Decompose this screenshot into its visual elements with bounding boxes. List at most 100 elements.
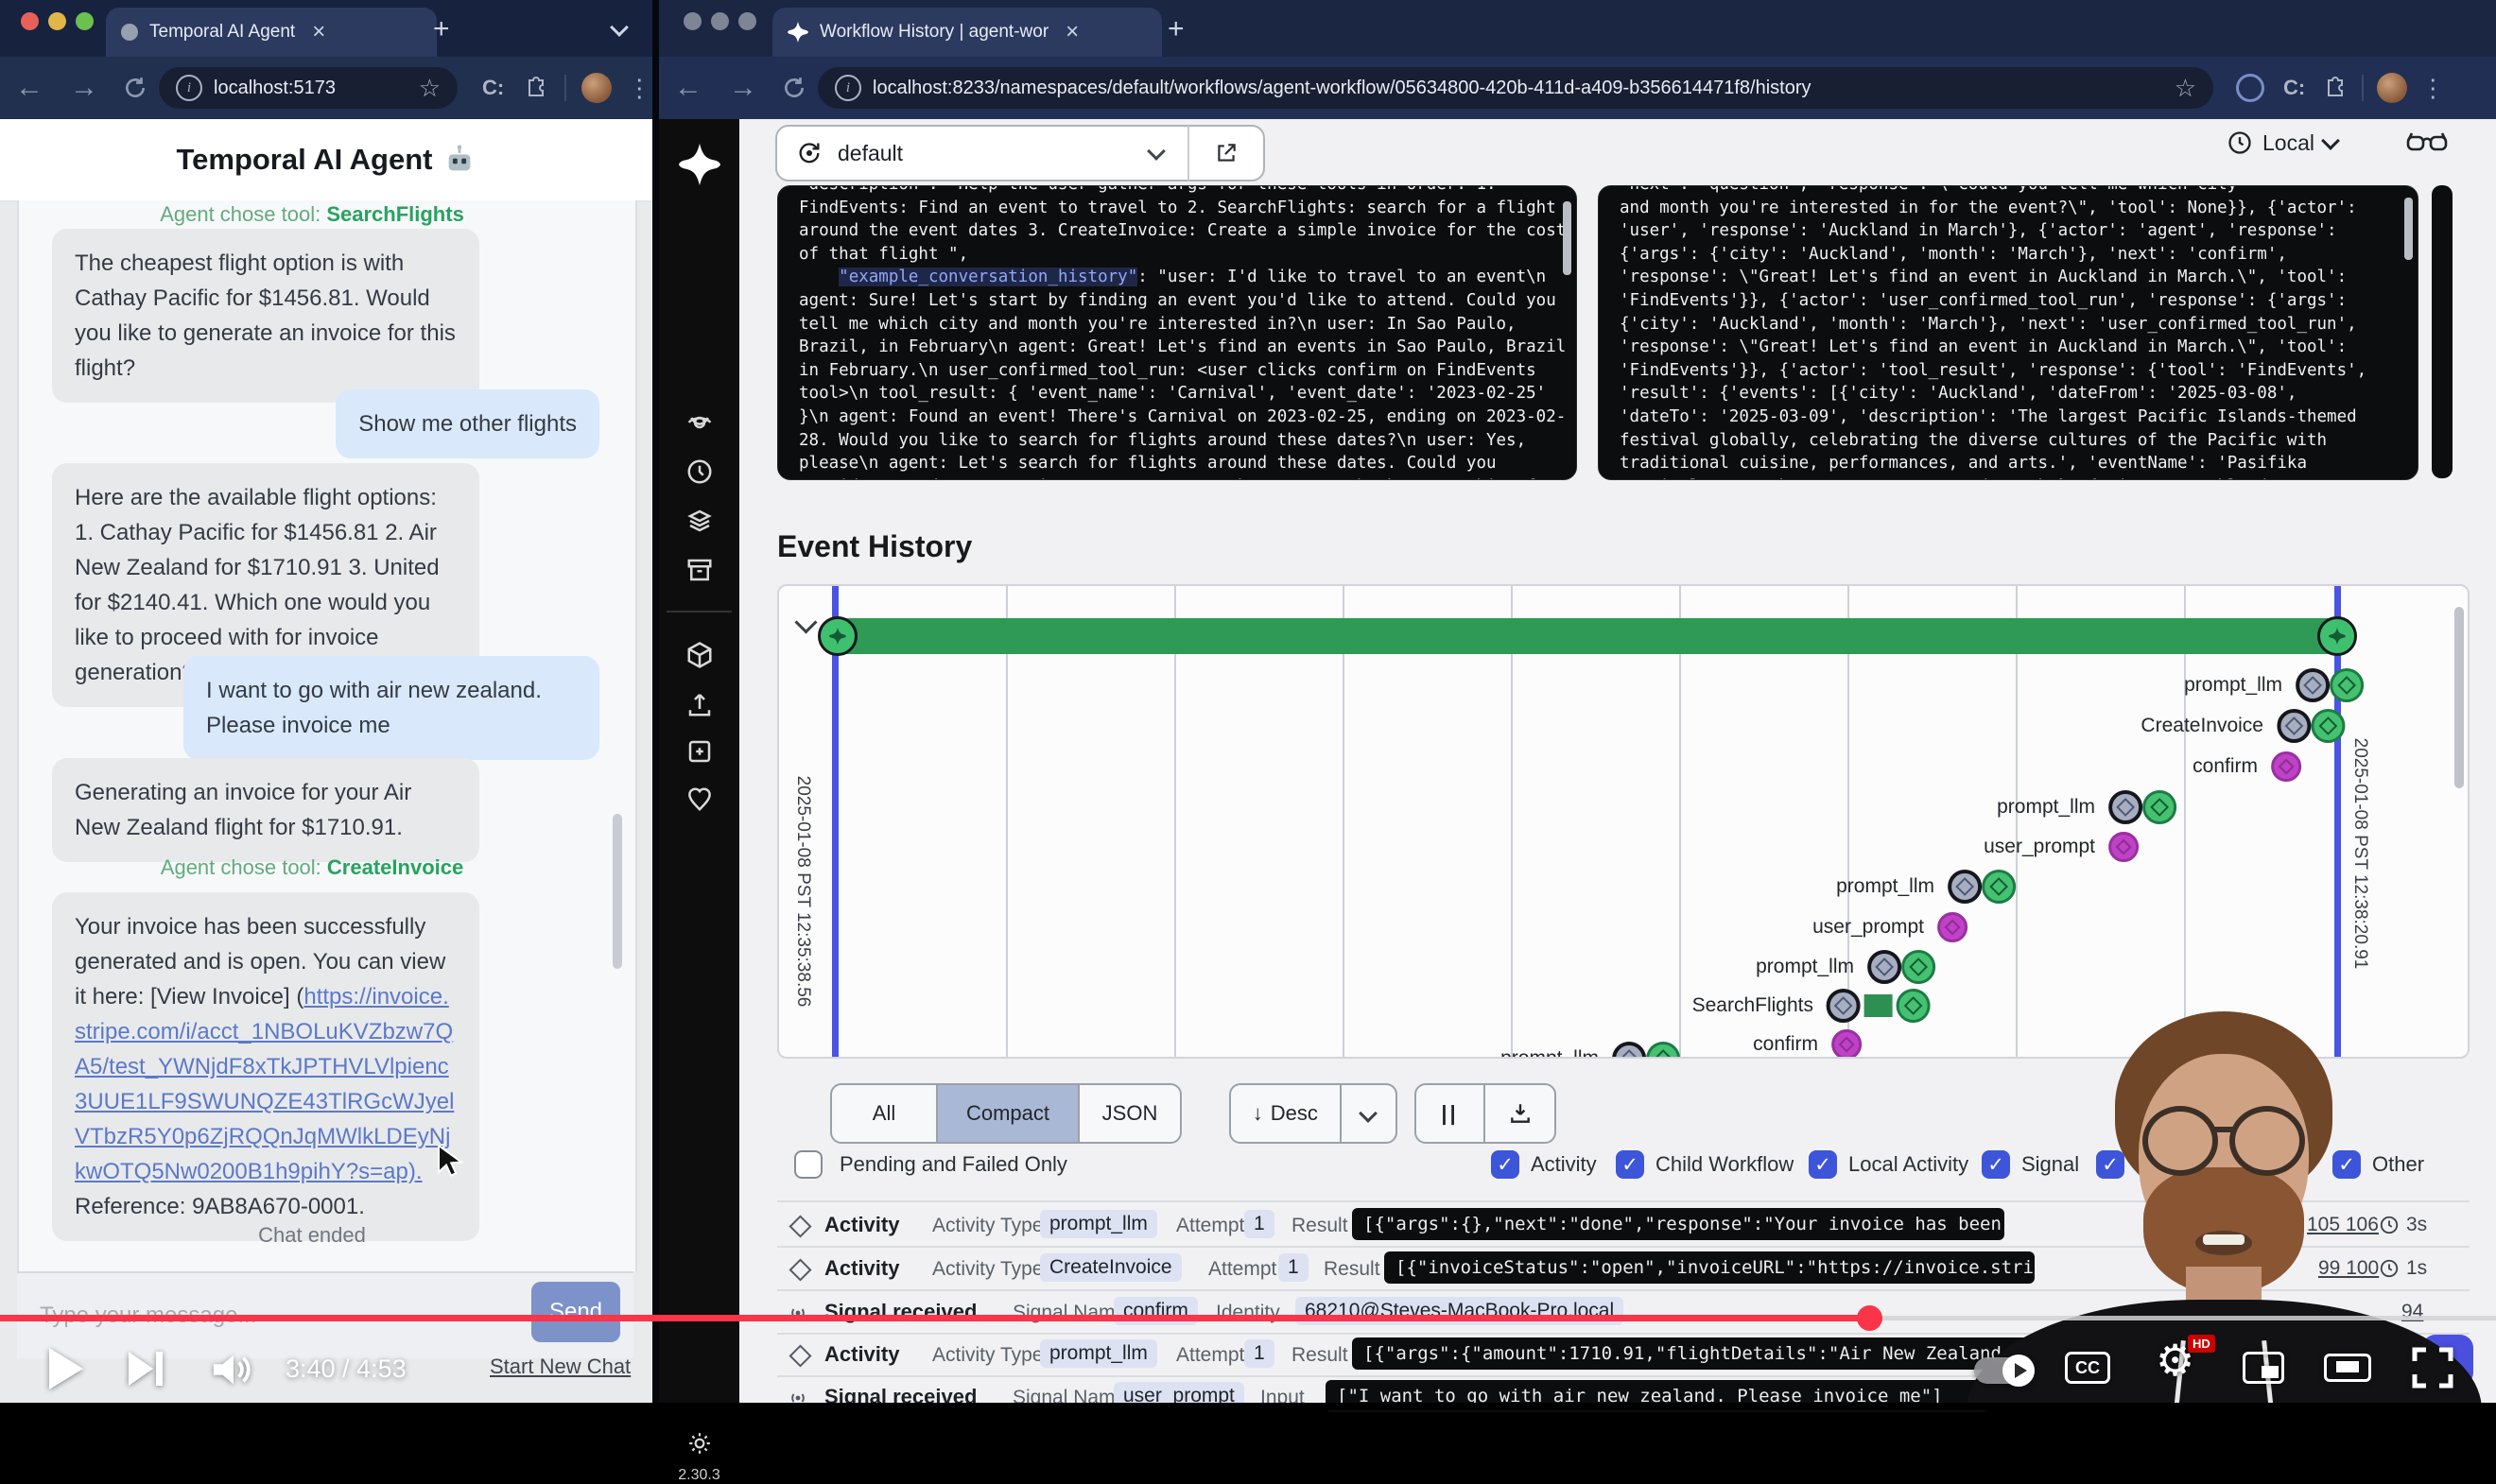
traffic-zoom[interactable]: [738, 12, 756, 30]
menu-kebab-icon[interactable]: ⋮: [627, 74, 651, 103]
timeline-event[interactable]: user_prompt: [1984, 832, 2139, 862]
sort-desc-button[interactable]: ↓Desc: [1231, 1085, 1342, 1142]
download-icon[interactable]: [1485, 1085, 1554, 1142]
traffic-minimize[interactable]: [711, 12, 729, 30]
filter-activity[interactable]: ✓Activity: [1491, 1150, 1597, 1179]
tab-search-icon[interactable]: [613, 21, 626, 39]
subtitles-button[interactable]: CC: [2065, 1352, 2110, 1384]
timezone-value: Local: [2262, 130, 2314, 156]
cube-icon[interactable]: [659, 641, 739, 669]
code-text: and month you're interested in for the e…: [1620, 198, 2366, 480]
traffic-close[interactable]: [21, 12, 39, 30]
checkbox-checked-icon[interactable]: ✓: [1491, 1150, 1519, 1179]
workflows-icon[interactable]: [659, 408, 739, 437]
divider: [564, 75, 566, 101]
archive-icon[interactable]: [659, 556, 739, 584]
traffic-close[interactable]: [684, 12, 702, 30]
miniplayer-button[interactable]: [2243, 1352, 2284, 1384]
filter-child-workflow[interactable]: ✓Child Workflow: [1616, 1150, 1794, 1179]
schedules-icon[interactable]: [659, 457, 739, 486]
play-button[interactable]: [49, 1348, 83, 1389]
import-icon[interactable]: [659, 737, 739, 766]
timeline-event[interactable]: prompt_llm: [1500, 1042, 1680, 1059]
view-compact-button[interactable]: Compact: [938, 1085, 1080, 1142]
workflow-start-marker[interactable]: [818, 616, 858, 656]
collapse-chevron-icon[interactable]: [798, 614, 814, 635]
reload-icon[interactable]: [782, 76, 806, 100]
bookmark-star-icon[interactable]: ☆: [419, 74, 441, 103]
workflow-state-panel[interactable]: 'next': 'question', 'response': \"Could …: [1598, 185, 2418, 480]
browser-tab[interactable]: Workflow History | agent-wor ×: [772, 8, 1162, 57]
video-playhead[interactable]: [1857, 1305, 1882, 1331]
browser-tab[interactable]: Temporal AI Agent ×: [106, 8, 437, 57]
workflow-execution-bar[interactable]: [834, 618, 2339, 654]
reload-icon[interactable]: [123, 76, 147, 100]
namespace-picker[interactable]: default: [775, 125, 1265, 181]
browser-window-chat: Temporal AI Agent × + ← → i localhost:51…: [0, 0, 652, 1410]
tab-close-icon[interactable]: ×: [1066, 19, 1079, 45]
checkbox-checked-icon[interactable]: ✓: [1616, 1150, 1644, 1179]
new-tab-button[interactable]: +: [1168, 13, 1185, 45]
extension-c-icon[interactable]: C:: [482, 76, 504, 100]
timeline-event[interactable]: prompt_llm: [1997, 790, 2176, 824]
workflow-input-panel[interactable]: "description": "Help the user gather arg…: [777, 185, 1577, 480]
timeline-event[interactable]: prompt_llm: [1756, 950, 1935, 984]
timeline-start-line: [832, 586, 839, 1059]
filter-local-activity[interactable]: ✓Local Activity: [1809, 1150, 1968, 1179]
timeline-event[interactable]: prompt_llm: [2184, 668, 2364, 702]
extensions-puzzle-icon[interactable]: [2324, 77, 2347, 99]
autoplay-toggle[interactable]: [1974, 1357, 2035, 1384]
new-tab-button[interactable]: +: [433, 13, 450, 45]
panel-scrollbar[interactable]: [2404, 198, 2413, 260]
panel-scrollbar[interactable]: [1563, 201, 1571, 275]
timeline-event[interactable]: user_prompt: [1812, 912, 1967, 942]
favicon-globe-icon: [121, 24, 138, 41]
traffic-zoom[interactable]: [76, 12, 94, 30]
back-icon[interactable]: ←: [15, 72, 43, 104]
fullscreen-button[interactable]: [2411, 1346, 2454, 1389]
stack-icon[interactable]: [659, 507, 739, 535]
timeline-scrollbar[interactable]: [2454, 607, 2464, 788]
upload-icon[interactable]: [659, 690, 739, 718]
feedback-heart-icon[interactable]: [659, 785, 739, 813]
extension-c-icon[interactable]: C:: [2283, 76, 2305, 100]
checkbox-checked-icon[interactable]: ✓: [1809, 1150, 1837, 1179]
menu-kebab-icon[interactable]: ⋮: [2420, 74, 2445, 103]
bookmark-star-icon[interactable]: ☆: [2175, 74, 2196, 103]
address-bar[interactable]: i localhost:8233/namespaces/default/work…: [818, 67, 2213, 109]
timeline-event[interactable]: SearchFlights: [1692, 989, 1931, 1023]
next-button[interactable]: [129, 1352, 163, 1386]
forward-icon[interactable]: →: [729, 72, 757, 104]
chat-scrollbar[interactable]: [613, 814, 622, 969]
forward-icon[interactable]: →: [70, 72, 98, 104]
site-info-icon[interactable]: i: [176, 75, 202, 101]
theme-toggle-icon[interactable]: [659, 1431, 739, 1456]
volume-icon[interactable]: [210, 1350, 253, 1389]
site-info-icon[interactable]: i: [835, 75, 861, 101]
timeline-event[interactable]: confirm: [1753, 1029, 1862, 1059]
sort-menu-button[interactable]: [1342, 1085, 1395, 1142]
open-in-new-icon[interactable]: [1214, 141, 1239, 165]
extension-1password-icon[interactable]: [2236, 74, 2264, 102]
traffic-minimize[interactable]: [48, 12, 66, 30]
invoice-link[interactable]: https://invoice.stripe.com/i/acct_1NBOLu…: [75, 984, 454, 1184]
view-json-button[interactable]: JSON: [1080, 1085, 1180, 1142]
profile-avatar[interactable]: [581, 73, 612, 103]
temporal-logo-icon[interactable]: [679, 144, 720, 185]
back-icon[interactable]: ←: [674, 72, 702, 104]
pause-button[interactable]: ||: [1416, 1085, 1485, 1142]
labs-glasses-icon[interactable]: [2406, 129, 2448, 157]
pending-checkbox[interactable]: [794, 1150, 823, 1179]
workflow-end-marker[interactable]: [2317, 616, 2357, 656]
profile-avatar[interactable]: [2377, 73, 2407, 103]
timeline-event[interactable]: prompt_llm: [1836, 870, 2016, 904]
extensions-puzzle-icon[interactable]: [525, 77, 547, 99]
tab-close-icon[interactable]: ×: [312, 19, 325, 45]
timeline-event[interactable]: CreateInvoice: [2141, 709, 2345, 743]
timezone-picker[interactable]: Local: [2227, 127, 2337, 159]
pending-filter[interactable]: Pending and Failed Only: [794, 1150, 1067, 1179]
address-bar[interactable]: i localhost:5173 ☆: [159, 67, 458, 109]
theater-mode-button[interactable]: [2324, 1354, 2371, 1382]
view-all-button[interactable]: All: [832, 1085, 938, 1142]
timeline-event[interactable]: confirm: [2193, 751, 2301, 782]
